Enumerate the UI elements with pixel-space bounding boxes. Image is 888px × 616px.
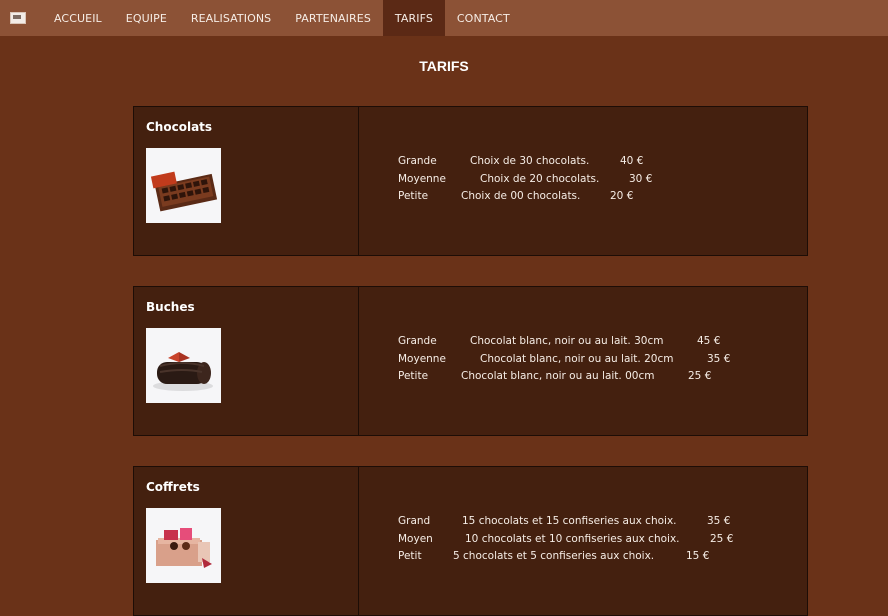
description: Chocolat blanc, noir ou au lait. 20cm (480, 352, 674, 365)
price: 35 € (707, 352, 731, 365)
size-label: Grande (398, 335, 437, 347)
top-navbar: ACCUEIL EQUIPE REALISATIONS PARTENAIRES … (0, 0, 888, 36)
size-label: Petite (398, 190, 429, 202)
gift-box-icon (146, 508, 221, 583)
price: 30 € (629, 172, 653, 185)
pricing-card-chocolats: Chocolats Grande Choix de 30 chocolats. 40… (133, 106, 808, 256)
price: 45 € (697, 335, 721, 347)
price-row: Petit 5 chocolats et 5 confiseries aux ch… (398, 548, 807, 566)
price: 25 € (688, 370, 712, 382)
card-title: Chocolats (146, 120, 213, 134)
site-logo-icon[interactable] (0, 0, 42, 36)
size-label: Moyenne (398, 172, 446, 185)
nav-item-contact[interactable]: CONTACT (445, 0, 522, 36)
size-label: Grand (398, 515, 431, 527)
pricing-card-coffrets: Coffrets Grand 15 chocolats et 15 confise… (133, 466, 808, 616)
price: 40 € (620, 155, 644, 167)
pricing-card-buches: Buches Grande Chocolat blanc, noir ou au … (133, 286, 808, 436)
price: 25 € (710, 532, 734, 545)
price-row: Moyenne Chocolat blanc, noir ou au lait. … (398, 351, 807, 369)
description: Choix de 30 chocolats. (470, 155, 590, 167)
price: 15 € (686, 550, 710, 562)
size-label: Moyen (398, 532, 433, 545)
price: 35 € (707, 515, 731, 527)
yule-log-icon (146, 328, 221, 403)
size-label: Moyenne (398, 352, 446, 365)
nav-item-partenaires[interactable]: PARTENAIRES (283, 0, 383, 36)
card-left-panel: Coffrets (134, 467, 359, 615)
price-list: Grand 15 chocolats et 15 confiseries aux … (359, 467, 807, 615)
nav-item-accueil[interactable]: ACCUEIL (42, 0, 114, 36)
chocolate-box-icon (146, 148, 221, 223)
description: Choix de 20 chocolats. (480, 172, 600, 185)
description: Chocolat blanc, noir ou au lait. 00cm (461, 370, 655, 382)
description: 10 chocolats et 10 confiseries aux choix… (465, 532, 680, 545)
price-row: Petite Choix de 00 chocolats. 20 € (398, 188, 807, 206)
price-row: Grande Chocolat blanc, noir ou au lait. 3… (398, 333, 807, 351)
nav-item-realisations[interactable]: REALISATIONS (179, 0, 283, 36)
description: 15 chocolats et 15 confiseries aux choix… (462, 515, 677, 527)
description: 5 chocolats et 5 confiseries aux choix. (453, 550, 655, 562)
price-row: Petite Chocolat blanc, noir ou au lait. 0… (398, 368, 807, 386)
price: 20 € (610, 190, 634, 202)
size-label: Grande (398, 155, 437, 167)
card-left-panel: Chocolats (134, 107, 359, 255)
price-list: Grande Chocolat blanc, noir ou au lait. 3… (359, 287, 807, 435)
price-row: Grande Choix de 30 chocolats. 40 € (398, 153, 807, 171)
description: Choix de 00 chocolats. (461, 190, 581, 202)
size-label: Petite (398, 370, 429, 382)
card-title: Coffrets (146, 480, 200, 494)
description: Chocolat blanc, noir ou au lait. 30cm (470, 335, 664, 347)
card-title: Buches (146, 300, 195, 314)
nav-item-equipe[interactable]: EQUIPE (114, 0, 179, 36)
page-title: TARIFS (419, 58, 469, 74)
nav-item-tarifs[interactable]: TARIFS (382, 0, 445, 36)
price-row: Moyen 10 chocolats et 10 confiseries aux … (398, 531, 807, 549)
price-row: Moyenne Choix de 20 chocolats. 30 € (398, 171, 807, 189)
price-list: Grande Choix de 30 chocolats. 40 € Moyenne… (359, 107, 807, 255)
size-label: Petit (398, 550, 422, 562)
card-left-panel: Buches (134, 287, 359, 435)
price-row: Grand 15 chocolats et 15 confiseries aux … (398, 513, 807, 531)
